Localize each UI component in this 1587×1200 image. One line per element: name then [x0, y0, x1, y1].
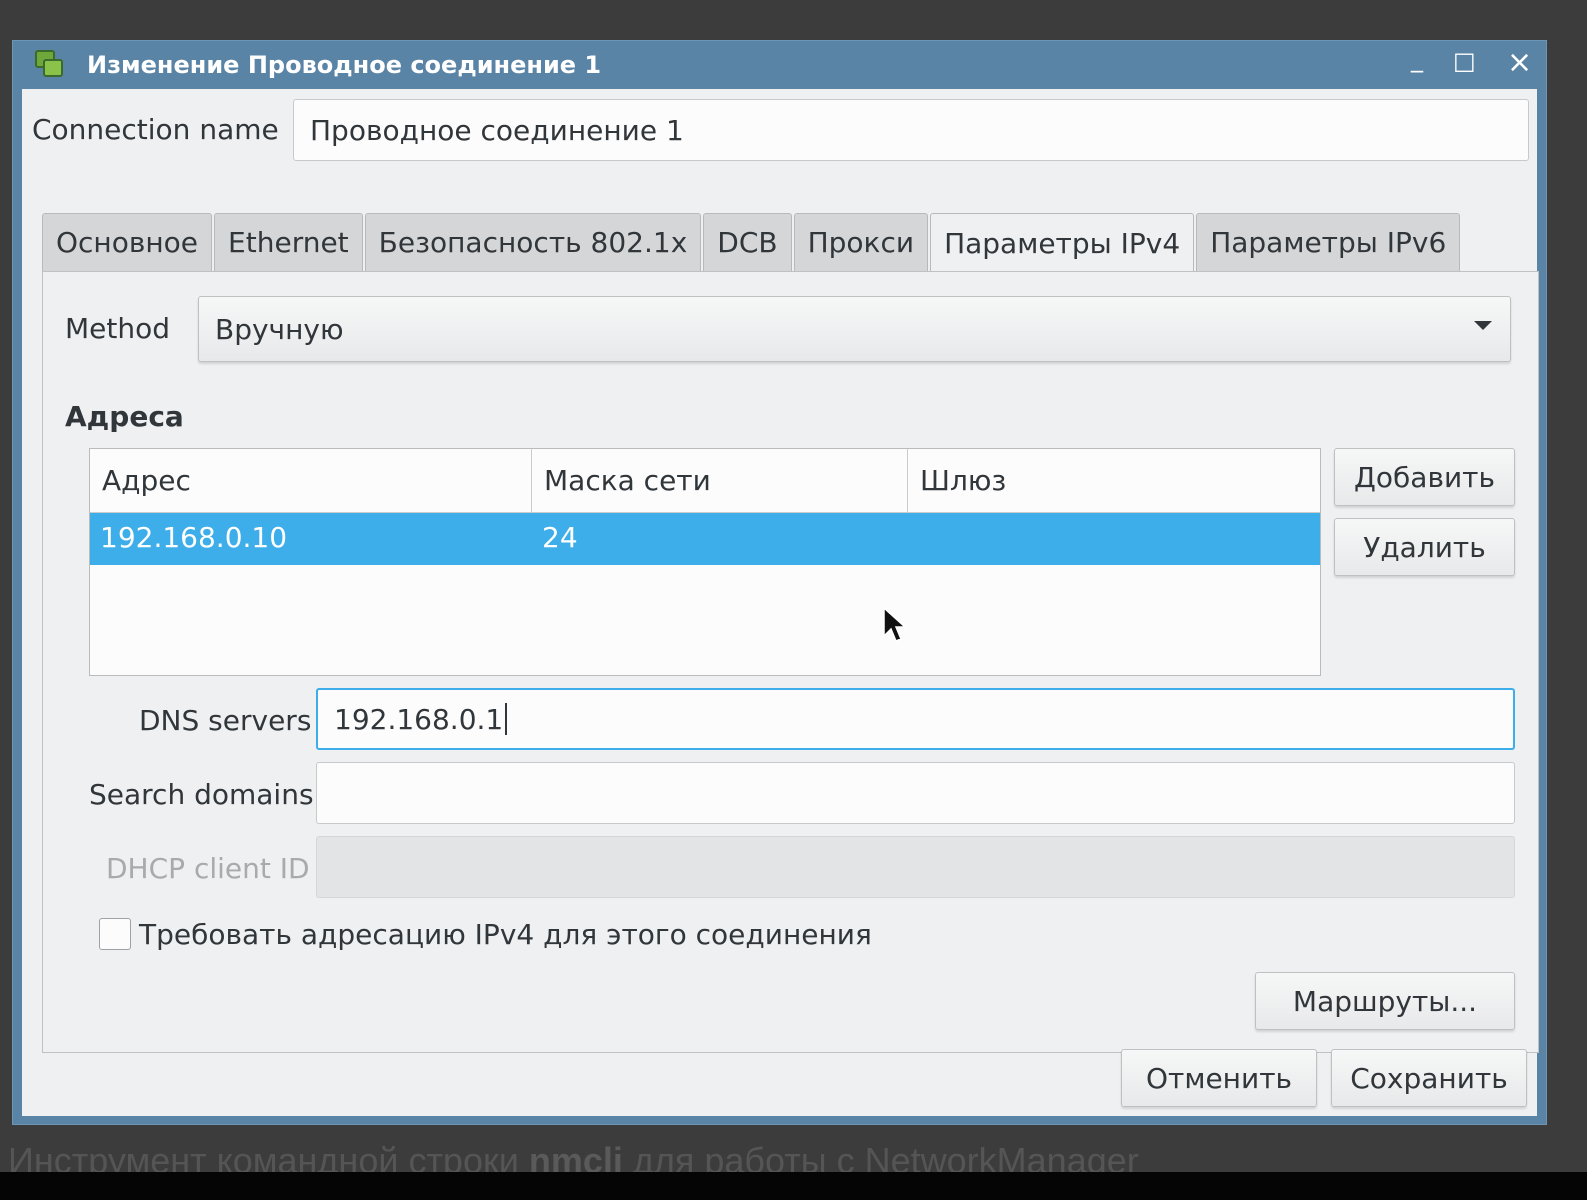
- mouse-cursor-icon: [883, 606, 907, 642]
- background-bar: [0, 1172, 1587, 1200]
- delete-address-button[interactable]: Удалить: [1334, 518, 1515, 576]
- edit-connection-dialog: Изменение Проводное соединение 1 _ □ × C…: [12, 40, 1547, 1125]
- column-header-gateway[interactable]: Шлюз: [908, 449, 1320, 513]
- cell-address: 192.168.0.10: [100, 521, 288, 554]
- window-title: Изменение Проводное соединение 1: [87, 51, 602, 79]
- tab-general[interactable]: Основное: [42, 213, 213, 271]
- dialog-body: Connection name Проводное соединение 1 О…: [22, 89, 1539, 1116]
- tab-8021x-security[interactable]: Безопасность 802.1x: [364, 213, 702, 271]
- maximize-icon[interactable]: □: [1453, 47, 1476, 75]
- connection-name-label: Connection name: [32, 113, 279, 146]
- tab-ipv4[interactable]: Параметры IPv4: [930, 213, 1195, 273]
- tab-ethernet[interactable]: Ethernet: [214, 213, 363, 271]
- cell-netmask: 24: [542, 521, 578, 554]
- require-ipv4-checkbox[interactable]: [99, 918, 131, 950]
- connection-name-input[interactable]: Проводное соединение 1: [293, 99, 1529, 161]
- cancel-button[interactable]: Отменить: [1121, 1049, 1317, 1107]
- dhcp-client-id-label: DHCP client ID: [106, 852, 310, 885]
- table-row[interactable]: 192.168.0.10 24: [90, 513, 1320, 565]
- dns-servers-value: 192.168.0.1: [334, 702, 504, 736]
- dns-servers-label: DNS servers: [139, 704, 312, 737]
- title-bar[interactable]: Изменение Проводное соединение 1: [13, 41, 1546, 89]
- addresses-heading: Адреса: [65, 400, 184, 433]
- tab-bar: Основное Ethernet Безопасность 802.1x DC…: [42, 213, 1462, 273]
- network-app-icon: [35, 50, 65, 80]
- ipv4-panel: Method Вручную Адреса Адрес Маска сети Ш…: [42, 271, 1539, 1053]
- connection-name-value: Проводное соединение 1: [310, 113, 684, 147]
- dns-servers-input[interactable]: 192.168.0.1: [316, 688, 1515, 750]
- close-icon[interactable]: ×: [1507, 45, 1532, 80]
- column-header-netmask[interactable]: Маска сети: [532, 449, 908, 513]
- minimize-icon[interactable]: _: [1411, 45, 1423, 73]
- add-address-button[interactable]: Добавить: [1334, 448, 1515, 506]
- routes-button[interactable]: Маршруты...: [1255, 972, 1515, 1030]
- method-value: Вручную: [215, 312, 344, 346]
- method-select[interactable]: Вручную: [198, 296, 1511, 362]
- column-header-address[interactable]: Адрес: [90, 449, 532, 513]
- addresses-table: Адрес Маска сети Шлюз 192.168.0.10 24: [89, 448, 1321, 676]
- dhcp-client-id-input: [316, 836, 1515, 898]
- method-label: Method: [65, 312, 171, 345]
- tab-ipv6[interactable]: Параметры IPv6: [1196, 213, 1461, 271]
- require-ipv4-label[interactable]: Требовать адресацию IPv4 для этого соеди…: [139, 918, 872, 951]
- save-button[interactable]: Сохранить: [1331, 1049, 1527, 1107]
- chevron-down-icon: [1474, 321, 1492, 330]
- tab-dcb[interactable]: DCB: [703, 213, 792, 271]
- search-domains-input[interactable]: [316, 762, 1515, 824]
- tab-proxy[interactable]: Прокси: [793, 213, 929, 271]
- text-cursor: [505, 703, 508, 735]
- search-domains-label: Search domains: [89, 778, 314, 811]
